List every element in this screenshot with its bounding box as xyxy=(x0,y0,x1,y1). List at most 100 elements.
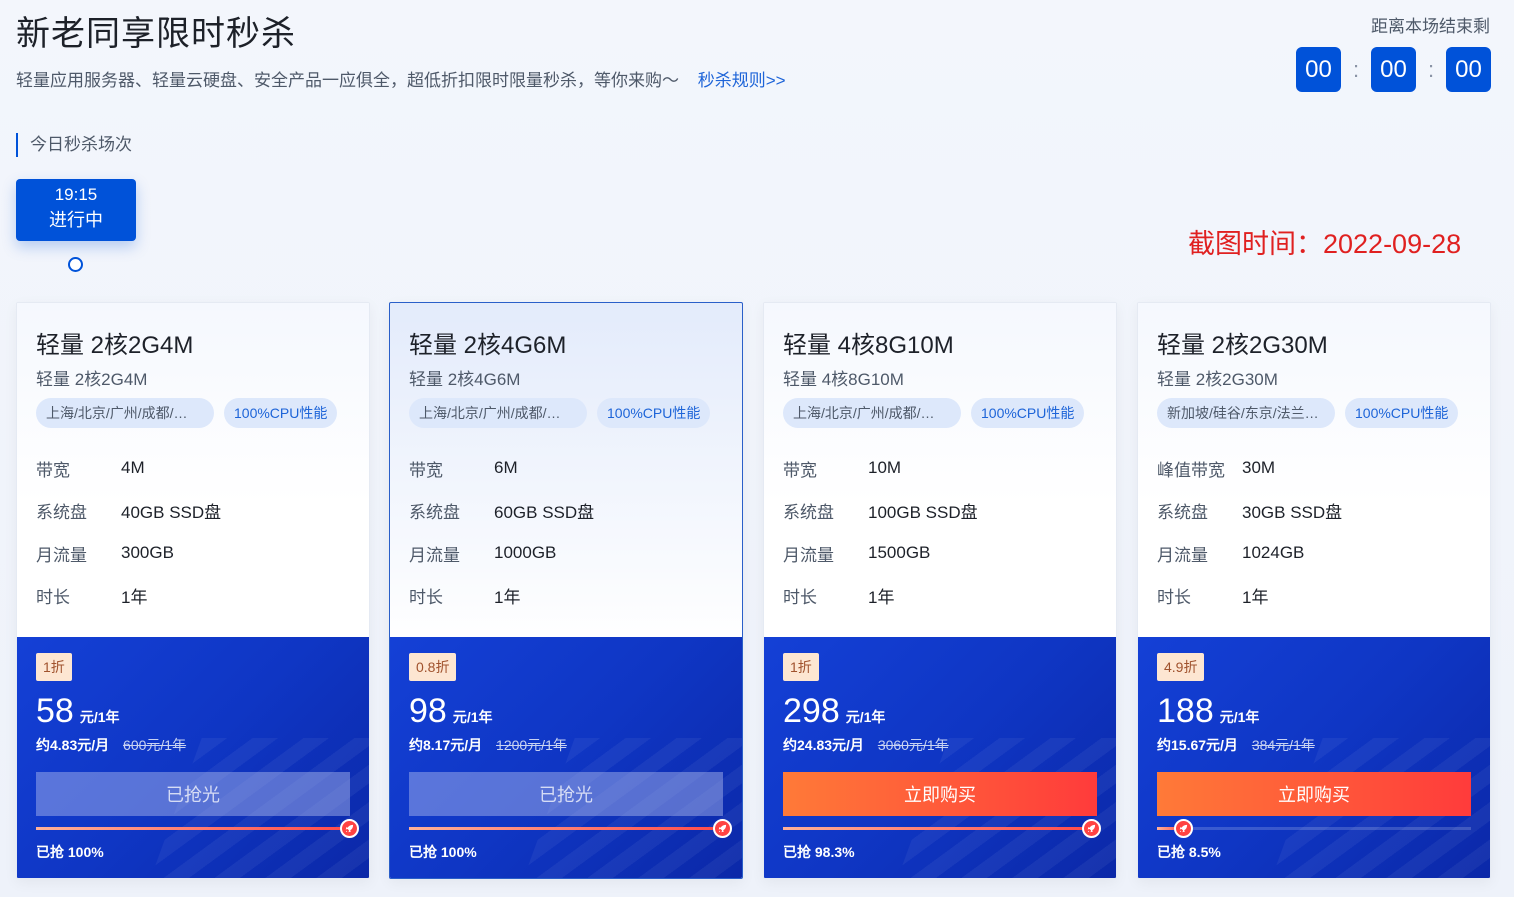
purchase-button[interactable]: 已抢光 xyxy=(36,772,350,816)
sales-progress-bar xyxy=(1157,819,1471,838)
spec-key: 系统盘 xyxy=(36,503,87,523)
spec-value: 1年 xyxy=(121,588,148,608)
product-subname: 轻量 2核4G6M xyxy=(409,370,521,389)
rocket-icon xyxy=(1173,819,1193,838)
monthly-price: 约4.83元/月 600元/1年 xyxy=(36,735,186,755)
product-subname: 轻量 2核2G4M xyxy=(36,370,148,389)
purchase-button[interactable]: 立即购买 xyxy=(1157,772,1471,816)
spec-value: 30GB SSD盘 xyxy=(1242,503,1343,523)
purchase-button[interactable]: 已抢光 xyxy=(409,772,723,816)
spec-value: 1000GB xyxy=(494,543,557,563)
spec-key: 时长 xyxy=(36,588,70,608)
spec-key: 峰值带宽 xyxy=(1157,460,1225,480)
spec-list: 带宽 10M 系统盘 100GB SSD盘 月流量 1500GB 时长 1年 xyxy=(783,447,978,617)
region-tag[interactable]: 上海/北京/广州/成都/… xyxy=(409,398,587,428)
spec-list: 峰值带宽 30M 系统盘 30GB SSD盘 月流量 1024GB 时长 1年 xyxy=(1157,447,1342,617)
grabbed-percent: 已抢 100% xyxy=(409,844,477,860)
spec-value: 10M xyxy=(868,458,902,478)
price-value: 298 xyxy=(783,692,840,730)
product-subname: 轻量 4核8G10M xyxy=(783,370,904,389)
spec-value: 40GB SSD盘 xyxy=(121,503,222,523)
product-tags: 上海/北京/广州/成都/… 100%CPU性能 xyxy=(409,398,711,428)
page-subtitle: 轻量应用服务器、轻量云硬盘、安全产品一应俱全，超低折扣限时限量秒杀，等你来购～ … xyxy=(16,66,786,91)
spec-row: 时长 1年 xyxy=(409,575,594,618)
original-price: 600元/1年 xyxy=(123,737,187,753)
grabbed-percent: 已抢 100% xyxy=(36,844,104,860)
product-card: 轻量 4核8G10M 轻量 4核8G10M 上海/北京/广州/成都/… 100%… xyxy=(763,302,1117,879)
session-time: 19:15 xyxy=(54,185,98,204)
spec-list: 带宽 6M 系统盘 60GB SSD盘 月流量 1000GB 时长 1年 xyxy=(409,447,594,617)
product-name: 轻量 2核2G30M xyxy=(1157,332,1328,359)
spec-value: 100GB SSD盘 xyxy=(868,503,978,523)
discount-badge: 1折 xyxy=(783,653,819,681)
region-tag[interactable]: 新加坡/硅谷/东京/法兰… xyxy=(1157,398,1335,428)
monthly-price: 约15.67元/月 384元/1年 xyxy=(1157,735,1315,755)
price-value: 98 xyxy=(409,692,447,730)
spec-key: 月流量 xyxy=(36,545,87,565)
screenshot-time-annotation: 截图时间：2022-09-28 xyxy=(1188,229,1462,259)
monthly-price: 约8.17元/月 1200元/1年 xyxy=(409,735,567,755)
price-unit: 元/1年 xyxy=(79,709,120,725)
product-card: 轻量 2核2G30M 轻量 2核2G30M 新加坡/硅谷/东京/法兰… 100%… xyxy=(1137,302,1491,879)
spec-value: 1年 xyxy=(1242,588,1269,608)
product-card: 轻量 2核4G6M 轻量 2核4G6M 上海/北京/广州/成都/… 100%CP… xyxy=(389,302,743,879)
product-tags: 新加坡/硅谷/东京/法兰… 100%CPU性能 xyxy=(1157,398,1459,428)
card-info: 轻量 2核2G4M 轻量 2核2G4M 上海/北京/广州/成都/… 100%CP… xyxy=(17,303,369,639)
price-unit: 元/1年 xyxy=(845,709,886,725)
spec-key: 月流量 xyxy=(409,545,460,565)
region-tag[interactable]: 上海/北京/广州/成都/… xyxy=(783,398,961,428)
card-info: 轻量 2核2G30M 轻量 2核2G30M 新加坡/硅谷/东京/法兰… 100%… xyxy=(1138,303,1490,639)
spec-row: 时长 1年 xyxy=(783,575,978,618)
discount-badge: 0.8折 xyxy=(409,653,457,681)
product-name: 轻量 4核8G10M xyxy=(783,332,954,359)
spec-row: 峰值带宽 30M xyxy=(1157,447,1342,490)
spec-row: 系统盘 100GB SSD盘 xyxy=(783,490,978,533)
monthly-value: 约8.17元/月 xyxy=(409,737,483,753)
spec-value: 30M xyxy=(1242,458,1276,478)
price: 298 元/1年 xyxy=(783,692,885,731)
sales-progress-bar xyxy=(36,819,359,838)
region-tag[interactable]: 上海/北京/广州/成都/… xyxy=(36,398,214,428)
cpu-tag: 100%CPU性能 xyxy=(597,398,711,428)
spec-key: 系统盘 xyxy=(1157,503,1208,523)
product-name: 轻量 2核2G4M xyxy=(36,332,194,359)
price: 98 元/1年 xyxy=(409,692,493,731)
price-value: 58 xyxy=(36,692,74,730)
spec-value: 300GB xyxy=(121,543,174,563)
product-tags: 上海/北京/广州/成都/… 100%CPU性能 xyxy=(783,398,1085,428)
spec-value: 1024GB xyxy=(1242,543,1305,563)
spec-row: 系统盘 40GB SSD盘 xyxy=(36,490,221,533)
countdown-seconds: 00 xyxy=(1446,47,1491,92)
countdown-minutes: 00 xyxy=(1371,47,1416,92)
purchase-button[interactable]: 立即购买 xyxy=(783,772,1097,816)
spec-key: 带宽 xyxy=(409,460,443,480)
spec-key: 系统盘 xyxy=(783,503,834,523)
cpu-tag: 100%CPU性能 xyxy=(224,398,338,428)
countdown-separator: : xyxy=(1427,56,1435,82)
original-price: 384元/1年 xyxy=(1251,737,1315,753)
grabbed-percent: 已抢 98.3% xyxy=(783,844,855,860)
price-unit: 元/1年 xyxy=(1219,709,1260,725)
spec-value: 6M xyxy=(494,458,518,478)
spec-row: 带宽 4M xyxy=(36,447,221,490)
cpu-tag: 100%CPU性能 xyxy=(1345,398,1459,428)
spec-row: 月流量 1500GB xyxy=(783,532,978,575)
spec-row: 时长 1年 xyxy=(1157,575,1342,618)
sales-progress-fill xyxy=(409,827,723,830)
spec-value: 60GB SSD盘 xyxy=(494,503,595,523)
spec-row: 时长 1年 xyxy=(36,575,221,618)
card-price-panel: 0.8折 98 元/1年 约8.17元/月 1200元/1年 已抢光 已抢 10… xyxy=(390,637,742,878)
card-price-panel: 1折 298 元/1年 约24.83元/月 3060元/1年 立即购买 已抢 9… xyxy=(764,637,1116,878)
spec-row: 系统盘 30GB SSD盘 xyxy=(1157,490,1342,533)
spec-value: 4M xyxy=(121,458,145,478)
spec-value: 1年 xyxy=(494,588,521,608)
rules-link[interactable]: 秒杀规则>> xyxy=(698,71,786,90)
countdown-separator: : xyxy=(1352,56,1360,82)
card-price-panel: 1折 58 元/1年 约4.83元/月 600元/1年 已抢光 已抢 100% xyxy=(17,637,369,878)
sales-progress-bar xyxy=(783,819,1101,838)
session-tab-active[interactable]: 19:15 进行中 xyxy=(16,179,136,241)
discount-badge: 1折 xyxy=(36,653,72,681)
monthly-value: 约4.83元/月 xyxy=(36,737,110,753)
product-tags: 上海/北京/广州/成都/… 100%CPU性能 xyxy=(36,398,338,428)
spec-row: 带宽 6M xyxy=(409,447,594,490)
